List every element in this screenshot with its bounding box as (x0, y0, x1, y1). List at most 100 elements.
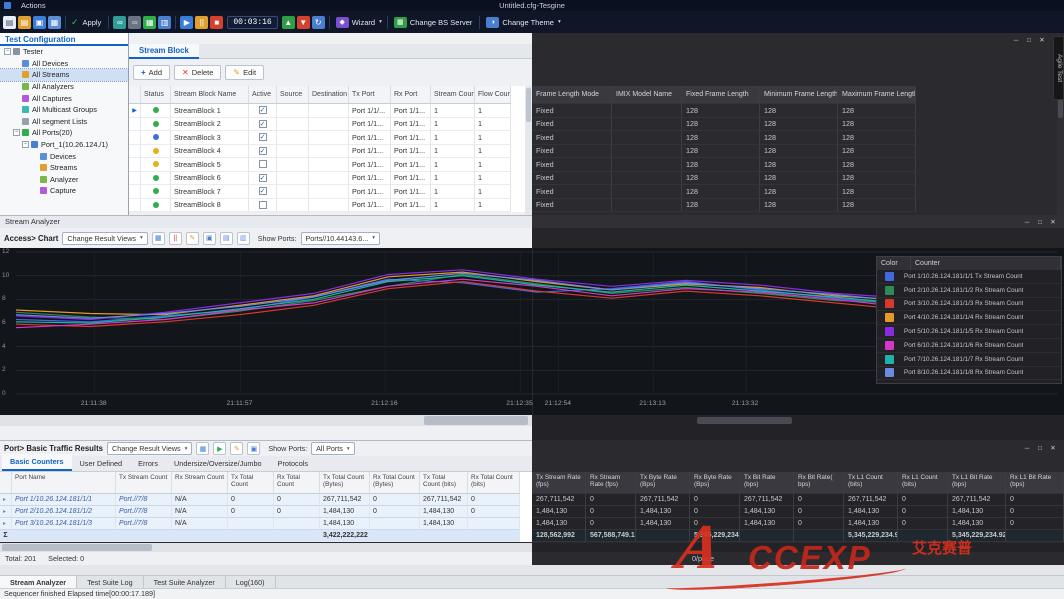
collapse-icon[interactable]: − (22, 141, 29, 148)
tree-item-tester[interactable]: −Tester (0, 46, 128, 58)
frame-row[interactable]: Fixed128128128 (532, 131, 1064, 145)
legend-item[interactable]: Port 8/10.26.124.181/1/8 Rx Stream Count (877, 367, 1061, 381)
pause-icon[interactable]: || (195, 16, 208, 29)
stream-block-row[interactable]: StreamBlock 2✓Port 1/1...Port 1/1...11 (129, 118, 525, 132)
table-icon[interactable]: ▥ (158, 16, 171, 29)
link-up-icon[interactable]: ▲ (282, 16, 295, 29)
edit-button[interactable]: ✎ Edit (225, 65, 264, 80)
frame-row[interactable]: Fixed128128128 (532, 118, 1064, 132)
stream-block-row[interactable]: StreamBlock 5Port 1/1...Port 1/1...11 (129, 158, 525, 172)
stream-block-row[interactable]: StreamBlock 3✓Port 1/1...Port 1/1...11 (129, 131, 525, 145)
tree-item-all-multicast-groups[interactable]: All Multicast Groups (0, 104, 128, 116)
tree-item-capture[interactable]: Capture (0, 185, 128, 197)
traffic-row[interactable]: ▸Port 2/10.26.124.181/1/2Port.//7/8N/A00… (0, 506, 532, 518)
bottom-tab-test-suite-log[interactable]: Test Suite Log (77, 576, 144, 588)
tab-protocols[interactable]: Protocols (270, 456, 316, 471)
close-button[interactable]: ✕ (1047, 443, 1059, 453)
tab-user-defined[interactable]: User Defined (72, 456, 131, 471)
copy-icon[interactable]: ▣ (203, 232, 216, 245)
frame-row[interactable]: Fixed128128128 (532, 158, 1064, 172)
wizard-dropdown[interactable]: ◆Wizard▾ (335, 17, 382, 28)
change-bs-server-button[interactable]: ▦Change BS Server (393, 17, 475, 28)
tree-item-port-1-10-26-124-1[interactable]: −Port_1(10.26.124./1) (0, 139, 128, 151)
connect-icon[interactable]: ∞ (113, 16, 126, 29)
tree-item-analyzer[interactable]: Analyzer (0, 174, 128, 186)
chart-icon[interactable]: ▦ (143, 16, 156, 29)
tab-basic-counters[interactable]: Basic Counters (2, 454, 72, 471)
scrollbar-thumb[interactable] (424, 416, 528, 425)
chart-icon[interactable]: ▦ (196, 442, 209, 455)
scrollbar-thumb[interactable] (697, 417, 792, 424)
tree-item-all-segment-lists[interactable]: All segment Lists (0, 116, 128, 128)
active-checkbox[interactable]: ✓ (259, 147, 267, 155)
tree-item-all-captures[interactable]: All Captures (0, 92, 128, 104)
active-checkbox[interactable]: ✓ (259, 106, 267, 114)
stream-block-row[interactable]: ▶StreamBlock 1✓Port 1/1/...Port 1/1...11 (129, 104, 525, 118)
stream-block-row[interactable]: StreamBlock 4✓Port 1/1...Port 1/1...11 (129, 145, 525, 159)
legend-item[interactable]: Port 4/10.26.124.181/1/4 Rx Stream Count (877, 311, 1061, 325)
collapse-icon[interactable]: − (4, 48, 11, 55)
traffic-row-dark[interactable]: 267,711,5420267,711,5420267,711,5420267,… (532, 494, 1064, 506)
traffic-row[interactable]: ▸Port 1/10.26.124.181/1/1Port.//7/8N/A00… (0, 494, 532, 506)
tree-item-all-ports-20[interactable]: −All Ports(20) (0, 127, 128, 139)
frame-row[interactable]: Fixed128128128 (532, 145, 1064, 159)
maximize-button[interactable]: □ (1023, 35, 1035, 45)
open-file-icon[interactable]: ▤ (18, 16, 31, 29)
stream-block-row[interactable]: StreamBlock 6✓Port 1/1...Port 1/1...11 (129, 172, 525, 186)
scrollbar-thumb[interactable] (2, 544, 152, 551)
traffic-horizontal-scrollbar[interactable] (0, 543, 532, 552)
apply-button[interactable]: ✓Apply (71, 17, 103, 28)
traffic-row-dark[interactable]: 1,484,13001,484,13001,484,13001,484,1300… (532, 518, 1064, 530)
frame-row[interactable]: Fixed128128128 (532, 185, 1064, 199)
show-ports-dropdown[interactable]: All Ports▾ (311, 442, 355, 455)
add-button[interactable]: + Add (133, 65, 170, 80)
menu-actions[interactable]: Actions (15, 0, 52, 11)
stream-block-row[interactable]: StreamBlock 7✓Port 1/1...Port 1/1...11 (129, 185, 525, 199)
close-button[interactable]: ✕ (1036, 35, 1048, 45)
stream-block-vertical-scrollbar[interactable] (525, 86, 532, 215)
scrollbar-thumb[interactable] (526, 88, 531, 122)
save-all-icon[interactable]: ▦ (48, 16, 61, 29)
maximize-button[interactable]: □ (1034, 217, 1046, 227)
start-icon[interactable]: ▶ (180, 16, 193, 29)
legend-item[interactable]: Port 1/10.26.124.181/1/1 Tx Stream Count (877, 270, 1061, 284)
delete-button[interactable]: ✕ Delete (174, 65, 221, 80)
close-button[interactable]: ✕ (1047, 217, 1059, 227)
change-result-views-dropdown[interactable]: Change Result Views▾ (107, 442, 192, 455)
change-theme-dropdown[interactable]: ◑Change Theme▾ (485, 17, 560, 28)
bottom-tab-log-160[interactable]: Log(160) (226, 576, 276, 588)
tab-stream-block[interactable]: Stream Block (129, 44, 199, 59)
page-size-dropdown[interactable]: 0/page (692, 554, 714, 563)
minimize-button[interactable]: ─ (1021, 443, 1033, 453)
frame-table-vertical-scrollbar[interactable] (1057, 86, 1064, 215)
chart-horizontal-scrollbar[interactable] (0, 415, 532, 426)
save-icon[interactable]: ▣ (33, 16, 46, 29)
tree-item-all-devices[interactable]: All Devices (0, 58, 128, 70)
minimize-button[interactable]: ─ (1010, 35, 1022, 45)
side-tab-agile-test[interactable]: Agile Test (1053, 36, 1064, 100)
export-icon[interactable]: ▤ (220, 232, 233, 245)
legend-item[interactable]: Port 7/10.26.124.181/1/7 Rx Stream Count (877, 353, 1061, 367)
chart-icon[interactable]: ▦ (152, 232, 165, 245)
bottom-tab-stream-analyzer[interactable]: Stream Analyzer (0, 576, 77, 588)
bottom-tab-test-suite-analyzer[interactable]: Test Suite Analyzer (144, 576, 226, 588)
edit-icon[interactable]: ✎ (230, 442, 243, 455)
minimize-button[interactable]: ─ (1021, 217, 1033, 227)
tree-item-all-analyzers[interactable]: All Analyzers (0, 81, 128, 93)
legend-item[interactable]: Port 3/10.26.124.181/1/3 Rx Stream Count (877, 298, 1061, 312)
active-checkbox[interactable]: ✓ (259, 133, 267, 141)
refresh-icon[interactable]: ↻ (312, 16, 325, 29)
legend-item[interactable]: Port 2/10.26.124.181/1/2 Rx Stream Count (877, 284, 1061, 298)
active-checkbox[interactable] (259, 201, 267, 209)
edit-icon[interactable]: ✎ (186, 232, 199, 245)
active-checkbox[interactable] (259, 160, 267, 168)
tree-item-streams[interactable]: Streams (0, 162, 128, 174)
maximize-button[interactable]: □ (1034, 443, 1046, 453)
active-checkbox[interactable]: ✓ (259, 174, 267, 182)
traffic-row[interactable]: ▸Port 3/10.26.124.181/1/3Port.//7/8N/A1,… (0, 518, 532, 530)
stop-icon[interactable]: ■ (210, 16, 223, 29)
traffic-horizontal-scrollbar-right[interactable] (532, 543, 1064, 552)
link-down-icon[interactable]: ▼ (297, 16, 310, 29)
stream-block-row[interactable]: StreamBlock 8Port 1/1...Port 1/1...11 (129, 199, 525, 213)
show-ports-dropdown[interactable]: Ports//10.44143.6...▾ (301, 232, 381, 245)
